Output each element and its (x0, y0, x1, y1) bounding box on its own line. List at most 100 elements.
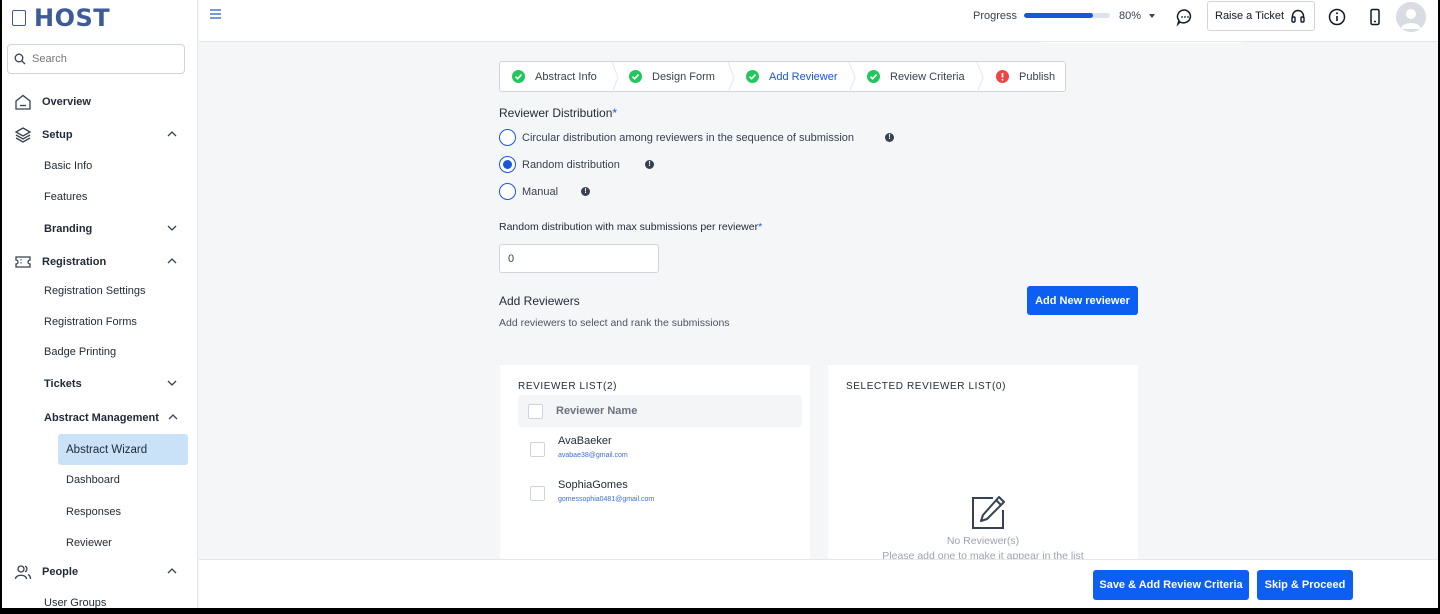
check-circle-icon (867, 70, 880, 83)
step-abstract-info[interactable]: Abstract Info (500, 62, 619, 93)
logo-text: HOST (34, 4, 111, 32)
alert-circle-icon (996, 70, 1009, 83)
column-header-reviewer-name: Reviewer Name (556, 405, 638, 417)
sidebar-item-label: Dashboard (66, 474, 120, 486)
caret-down-icon[interactable] (1147, 11, 1157, 21)
sidebar-item-registration[interactable]: Registration (2, 251, 197, 273)
sidebar-item-branding[interactable]: Branding (2, 218, 197, 240)
sidebar-item-reviewer[interactable]: Reviewer (2, 532, 197, 554)
chevron-down-icon (167, 380, 177, 386)
chevron-up-icon (167, 258, 177, 264)
max-submissions-value: 0 (508, 252, 515, 265)
mobile-icon[interactable] (1365, 7, 1385, 27)
topbar-divider (1042, 42, 1242, 43)
headphones-icon (1291, 9, 1305, 23)
sidebar-item-label: Basic Info (44, 160, 93, 172)
logo-mark (12, 10, 26, 26)
required-mark: * (758, 221, 763, 233)
raise-ticket-label: Raise a Ticket (1215, 10, 1285, 22)
select-all-checkbox[interactable] (528, 403, 543, 419)
reviewer-checkbox[interactable] (530, 486, 545, 501)
sidebar-item-registration-forms[interactable]: Registration Forms (2, 311, 197, 333)
sidebar-item-people[interactable]: People (2, 561, 197, 583)
sidebar-item-setup[interactable]: Setup (2, 124, 197, 146)
reviewer-name: SophiaGomes (558, 479, 628, 491)
radio-circular-distribution[interactable]: Circular distribution among reviewers in… (499, 129, 854, 146)
add-new-reviewer-button[interactable]: Add New reviewer (1027, 286, 1138, 315)
raise-ticket-button[interactable]: Raise a Ticket (1207, 1, 1315, 31)
add-reviewers-title: Add Reviewers (499, 294, 580, 308)
reviewer-list-title: REVIEWER LIST(2) (518, 381, 618, 392)
check-circle-icon (629, 70, 642, 83)
radio-circle[interactable] (499, 183, 516, 200)
reviewer-email: gomessophia0481@gmail.com (558, 496, 655, 503)
sidebar-item-dashboard[interactable]: Dashboard (2, 469, 197, 491)
footer-bar: Save & Add Review Criteria Skip & Procee… (199, 559, 1438, 608)
chevron-up-icon (167, 568, 177, 574)
search-box[interactable] (7, 44, 185, 74)
sidebar-item-user-groups[interactable]: User Groups (2, 592, 197, 608)
radio-label: Manual (522, 185, 559, 198)
check-circle-icon (746, 70, 759, 83)
sidebar-item-overview[interactable]: Overview (2, 91, 197, 113)
wizard-stepper: Abstract Info Design Form Add Reviewer R… (499, 61, 1066, 93)
step-label: Design Form (652, 70, 715, 83)
top-bar: Progress 80% Raise a Ticket (199, 0, 1438, 42)
reviewer-checkbox[interactable] (530, 442, 545, 457)
people-icon (14, 565, 32, 580)
info-icon[interactable] (1327, 7, 1347, 27)
sidebar: HOST Overview Setup Basic Info Features … (2, 0, 198, 608)
radio-random-distribution[interactable]: Random distribution (499, 156, 620, 173)
info-icon[interactable]: ! (645, 160, 654, 169)
reviewer-list-panel: REVIEWER LIST(2) Reviewer Name AvaBaeker… (500, 365, 810, 565)
sidebar-item-label: Overview (42, 96, 91, 108)
chat-icon[interactable] (1175, 7, 1195, 27)
app-window: HOST Overview Setup Basic Info Features … (2, 0, 1438, 608)
edit-note-icon (972, 496, 1005, 529)
sidebar-item-abstract-management[interactable]: Abstract Management (2, 407, 197, 429)
user-icon (1401, 9, 1421, 29)
ticket-icon (15, 256, 31, 268)
radio-manual[interactable]: Manual (499, 183, 558, 200)
hamburger-menu-icon[interactable] (209, 8, 223, 20)
chevron-up-icon (167, 131, 177, 137)
reviewer-email: avabae38@gmail.com (558, 452, 628, 459)
step-label: Add Reviewer (769, 70, 838, 83)
progress-label: Progress (973, 10, 1018, 22)
layers-icon (14, 127, 32, 143)
add-reviewers-subtitle: Add reviewers to select and rank the sub… (499, 317, 730, 329)
save-add-review-criteria-button[interactable]: Save & Add Review Criteria (1093, 570, 1249, 600)
sidebar-item-tickets[interactable]: Tickets (2, 373, 197, 395)
sidebar-item-abstract-wizard[interactable]: Abstract Wizard (58, 434, 188, 465)
sidebar-item-label: Registration Settings (44, 285, 146, 297)
sidebar-item-label: Responses (66, 506, 122, 518)
chevron-up-icon (168, 414, 178, 420)
radio-circle[interactable] (499, 129, 516, 146)
sidebar-item-label: Reviewer (66, 537, 112, 549)
step-publish[interactable]: Publish (982, 62, 1064, 91)
sidebar-item-badge-printing[interactable]: Badge Printing (2, 341, 197, 363)
radio-circle-selected[interactable] (499, 156, 516, 173)
max-submissions-label: Random distribution with max submissions… (499, 221, 762, 233)
info-icon[interactable]: ! (885, 133, 894, 142)
sidebar-item-responses[interactable]: Responses (2, 501, 197, 523)
selected-list-title: SELECTED REVIEWER LIST(0) (846, 381, 1007, 392)
radio-label: Random distribution (522, 158, 620, 171)
skip-proceed-button[interactable]: Skip & Proceed (1257, 570, 1353, 600)
step-review-criteria[interactable]: Review Criteria (854, 62, 984, 93)
search-input[interactable] (32, 53, 172, 65)
step-add-reviewer[interactable]: Add Reviewer (733, 62, 856, 93)
step-label: Abstract Info (535, 70, 597, 83)
progress-percent: 80% (1119, 10, 1142, 22)
sidebar-item-basic-info[interactable]: Basic Info (2, 155, 197, 177)
empty-title: No Reviewer(s) (946, 535, 1020, 547)
radio-label: Circular distribution among reviewers in… (522, 131, 854, 144)
sidebar-item-registration-settings[interactable]: Registration Settings (2, 280, 197, 302)
user-avatar[interactable] (1396, 2, 1426, 32)
step-design-form[interactable]: Design Form (617, 62, 735, 93)
info-icon[interactable]: ! (581, 187, 590, 196)
radio-dot (503, 160, 512, 169)
sidebar-item-features[interactable]: Features (2, 186, 197, 208)
logo[interactable]: HOST (12, 4, 110, 32)
max-submissions-input[interactable]: 0 (499, 244, 659, 273)
